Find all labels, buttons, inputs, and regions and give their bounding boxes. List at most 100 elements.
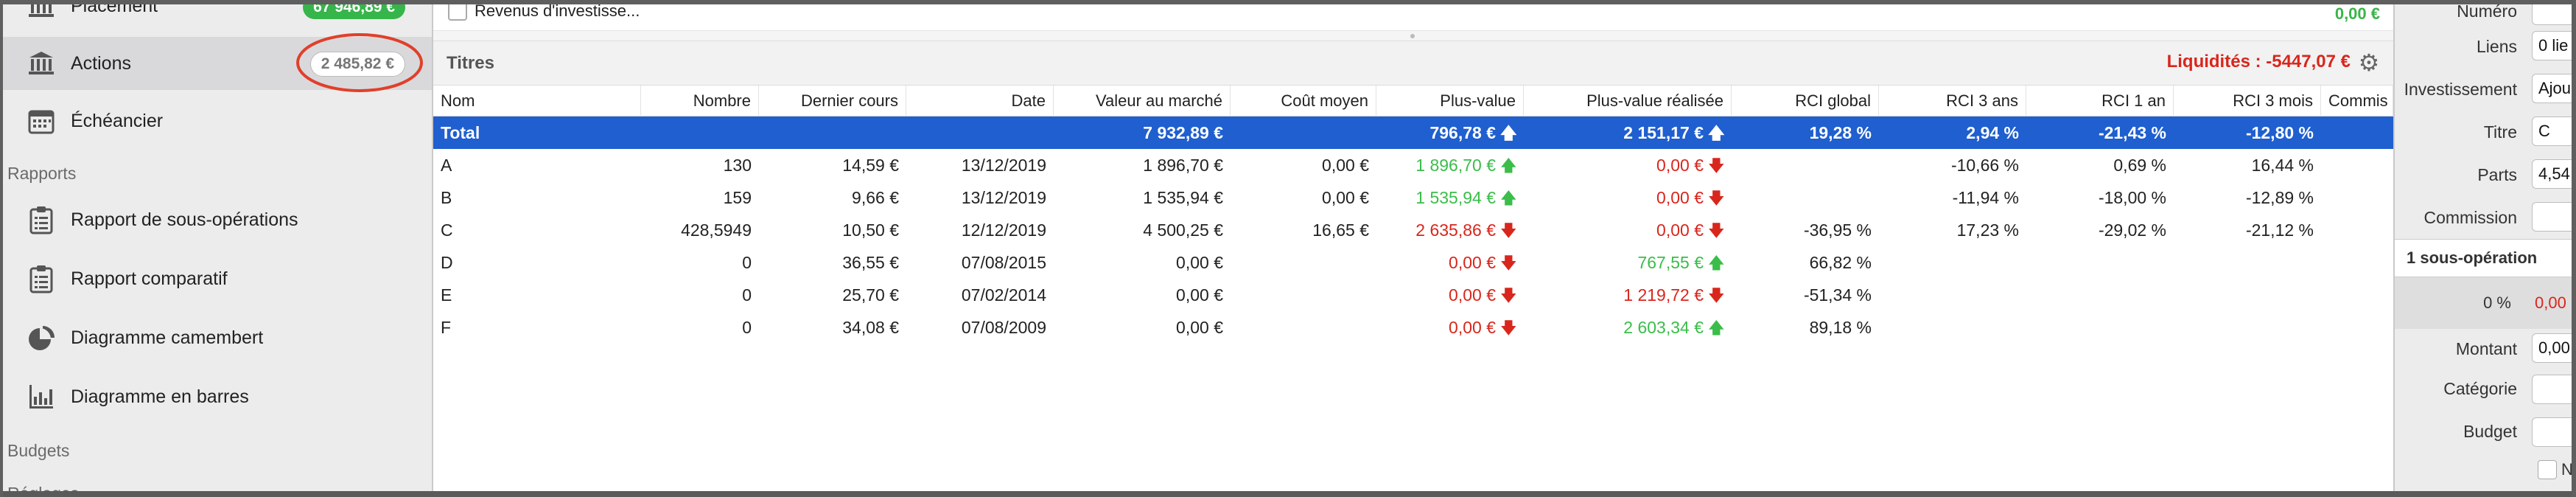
- cell-market: 0,00 €: [1054, 279, 1231, 311]
- commission-field[interactable]: [2532, 202, 2576, 232]
- parts-field[interactable]: 4,54: [2532, 159, 2576, 189]
- categorie-field[interactable]: [2532, 375, 2576, 404]
- cell-rci-3m: [2174, 246, 2321, 279]
- realized-value: 0,00 €: [1656, 220, 1704, 240]
- cell-name: Total: [441, 123, 480, 142]
- rci-1y-value: 0,69 %: [2113, 156, 2166, 175]
- split-divider[interactable]: [433, 31, 2393, 41]
- realized-value: 0,00 €: [1656, 156, 1704, 175]
- titre-field[interactable]: C: [2532, 117, 2576, 146]
- cell-rci-3m: 16,44 %: [2174, 149, 2321, 181]
- cell-rci-3y: -11,94 %: [1879, 181, 2026, 214]
- cell-avg-cost: [1231, 279, 1376, 311]
- checkbox[interactable]: [2538, 460, 2557, 479]
- panel-title: Titres: [447, 53, 494, 73]
- bank-icon: [21, 44, 62, 83]
- sidebar-item-label: Échéancier: [71, 110, 164, 131]
- cell-gain: 0,00 € 🡇: [1376, 311, 1524, 344]
- label-categorie: Catégorie: [2443, 379, 2517, 398]
- market-value: 0,00 €: [1176, 285, 1223, 305]
- realized-value: 2 151,17 €: [1623, 123, 1704, 142]
- liquidity-label: Liquidités : -5447,07 €: [2166, 52, 2351, 72]
- total-row[interactable]: Total 7 932,89 € 796,78 € 🡅 2 151,17 € 🡅 1…: [433, 117, 2393, 149]
- row-amount: 0,00 €: [2334, 4, 2380, 23]
- split-handle[interactable]: [1410, 34, 1415, 38]
- count-value: 159: [723, 188, 752, 207]
- arrow-down-icon: 🡇: [1708, 189, 1725, 207]
- column-header[interactable]: RCI 3 ans: [1879, 86, 2026, 117]
- cell-rci-1y: [2026, 311, 2174, 344]
- label-numero: Numéro: [2457, 1, 2517, 21]
- column-header[interactable]: Nom: [433, 86, 641, 117]
- name-value: E: [441, 285, 452, 305]
- cell-last: 36,55 €: [759, 246, 906, 279]
- column-header[interactable]: Nombre: [641, 86, 759, 117]
- gain-value: 2 635,86 €: [1415, 220, 1496, 240]
- cell-rci-1y: [2026, 246, 2174, 279]
- market-value: 4 500,25 €: [1143, 220, 1223, 240]
- column-header[interactable]: RCI 1 an: [2026, 86, 2174, 117]
- rci-1y-value: -29,02 %: [2098, 220, 2166, 240]
- table-row[interactable]: B 159 9,66 € 13/12/2019 1 535,94 € 0,00 € 1 53…: [433, 181, 2393, 214]
- table-row[interactable]: C 428,5949 10,50 € 12/12/2019 4 500,25 € 16,6…: [433, 214, 2393, 246]
- arrow-down-icon: 🡇: [1500, 319, 1517, 337]
- column-header[interactable]: Commis: [2321, 86, 2393, 117]
- sidebar-item-pie-chart[interactable]: Diagramme camembert: [0, 311, 432, 364]
- cell-realized: 767,55 € 🡅: [1524, 246, 1732, 279]
- last-value: 25,70 €: [842, 285, 899, 305]
- column-header[interactable]: RCI global: [1732, 86, 1879, 117]
- gain-value: 0,00 €: [1449, 253, 1496, 272]
- column-header[interactable]: Coût moyen: [1231, 86, 1376, 117]
- sidebar-item-report-compare[interactable]: Rapport comparatif: [0, 252, 432, 305]
- cell-date: 13/12/2019: [906, 149, 1054, 181]
- rci-3m-value: 16,44 %: [2251, 156, 2314, 175]
- sub-operation-percent: 0 %: [2483, 293, 2511, 312]
- liens-field[interactable]: 0 lie: [2532, 31, 2576, 60]
- cell-rci-3y: 2,94 %: [1966, 123, 2019, 142]
- table-row[interactable]: A 130 14,59 € 13/12/2019 1 896,70 € 0,00 € 1 8…: [433, 149, 2393, 181]
- cell-name: F: [433, 311, 641, 344]
- cell-realized: 1 219,72 € 🡇: [1524, 279, 1732, 311]
- montant-field[interactable]: 0,00: [2532, 333, 2576, 363]
- sidebar-item-report-subops[interactable]: Rapport de sous-opérations: [0, 193, 432, 246]
- cell-rci-3m: -12,89 %: [2174, 181, 2321, 214]
- sidebar-item-bar-chart[interactable]: Diagramme en barres: [0, 370, 432, 423]
- section-header-budgets: Budgets: [7, 441, 70, 460]
- column-header[interactable]: Plus-value: [1376, 86, 1524, 117]
- column-header[interactable]: Plus-value réalisée: [1524, 86, 1732, 117]
- window-frame: [0, 0, 2576, 4]
- count-value: 0: [742, 285, 752, 305]
- sidebar-item-actions[interactable]: Actions 2 485,82 €: [0, 37, 432, 90]
- window-frame: [0, 0, 3, 497]
- sidebar-item-placement[interactable]: Placement 67 946,89 €: [0, 0, 432, 32]
- sidebar-item-echeancier[interactable]: Échéancier: [0, 94, 432, 147]
- column-header[interactable]: Dernier cours: [759, 86, 906, 117]
- arrow-down-icon: 🡇: [1708, 286, 1725, 305]
- table-row[interactable]: E 0 25,70 €07/02/2014 0,00 €0,00 € 🡇 1 219,72…: [433, 279, 2393, 311]
- balance-badge: 2 485,82 €: [309, 52, 405, 77]
- sidebar-item-label: Diagramme camembert: [71, 327, 264, 348]
- section-header-reports: Rapports: [7, 164, 77, 183]
- window-frame: [2572, 0, 2576, 497]
- cell-avg-cost: [1231, 246, 1376, 279]
- cell-rci-global: -51,34 %: [1732, 279, 1879, 311]
- table-row[interactable]: D 0 36,55 €07/08/2015 0,00 €0,00 € 🡇 767,55 €…: [433, 246, 2393, 279]
- investissement-select[interactable]: Ajou: [2532, 74, 2576, 103]
- column-header[interactable]: Valeur au marché: [1054, 86, 1231, 117]
- cell-gain: 1 535,94 € 🡅: [1376, 181, 1524, 214]
- sub-operation-row[interactable]: 0 % 0,00: [2395, 277, 2576, 329]
- column-header[interactable]: RCI 3 mois: [2174, 86, 2321, 117]
- cell-rci-global: 19,28 %: [1809, 123, 1872, 142]
- cell-date: 07/02/2014: [906, 279, 1054, 311]
- previous-row[interactable]: Revenus d'investisse... 0,00 €: [433, 0, 2393, 31]
- market-value: 1 896,70 €: [1143, 156, 1223, 175]
- cell-rci-3m: [2174, 279, 2321, 311]
- realized-value: 0,00 €: [1656, 188, 1704, 207]
- gear-icon[interactable]: ⚙: [2356, 50, 2381, 75]
- gain-value: 1 535,94 €: [1415, 188, 1496, 207]
- table-row[interactable]: F 0 34,08 €07/08/2009 0,00 €0,00 € 🡇 2 603,34…: [433, 311, 2393, 344]
- column-header[interactable]: Date: [906, 86, 1054, 117]
- budget-field[interactable]: [2532, 417, 2576, 447]
- cell-gain: 2 635,86 € 🡇: [1376, 214, 1524, 246]
- date-value: 07/08/2009: [961, 318, 1046, 337]
